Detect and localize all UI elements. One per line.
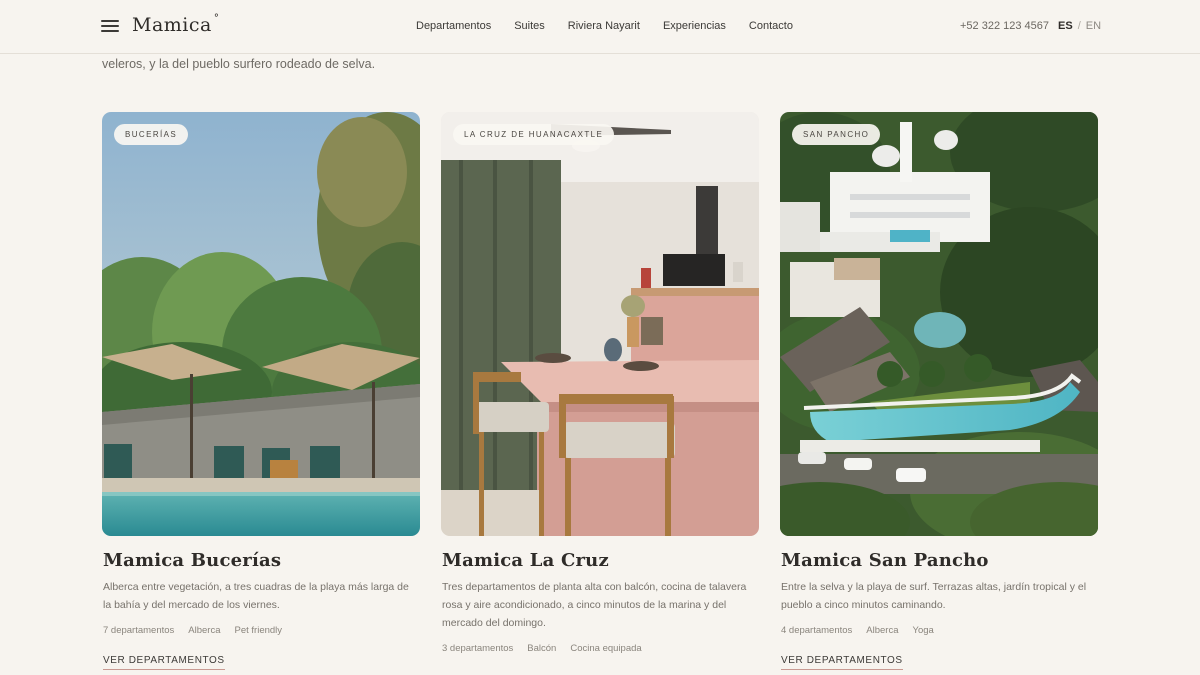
property-card-la-cruz: La Cruz de Huanacaxtle Mamica La Cruz Tr… <box>441 112 759 654</box>
site-logo[interactable]: Mamica ° <box>132 13 220 36</box>
property-photo-la-cruz[interactable]: La Cruz de Huanacaxtle <box>441 112 759 536</box>
main-nav: Departamentos Suites Riviera Nayarit Exp… <box>416 20 793 32</box>
view-apartments-link[interactable]: Ver departamentos <box>103 655 225 670</box>
card-title[interactable]: Mamica San Pancho <box>781 550 989 571</box>
card-title[interactable]: Mamica Bucerías <box>103 550 281 571</box>
lang-es[interactable]: ES <box>1058 20 1073 32</box>
feature-item: Balcón <box>527 643 557 654</box>
feature-list: 7 departamentos Alberca Pet friendly <box>103 625 282 636</box>
location-tag: San Pancho <box>792 124 881 145</box>
property-photo-bucerias[interactable]: Bucerías <box>102 112 420 536</box>
feature-list: 3 departamentos Balcón Cocina equipada <box>442 643 642 654</box>
feature-item: Alberca <box>866 625 899 636</box>
language-switcher: ES / EN <box>1058 20 1101 32</box>
photo-kitchen-interior <box>441 112 759 536</box>
card-description: Alberca entre vegetación, a tres cuadras… <box>103 581 409 611</box>
phone-number[interactable]: +52 322 123 4567 <box>960 20 1049 32</box>
site-header: Mamica ° Departamentos Suites Riviera Nay… <box>0 0 1200 54</box>
location-tag: Bucerías <box>114 124 189 145</box>
feature-item: 7 departamentos <box>103 625 175 636</box>
nav-departamentos[interactable]: Departamentos <box>416 20 491 32</box>
logo-text: Mamica <box>132 14 212 36</box>
feature-item: Cocina equipada <box>570 643 642 654</box>
feature-item: 4 departamentos <box>781 625 853 636</box>
feature-item: 3 departamentos <box>442 643 514 654</box>
property-card-san-pancho: San Pancho Mamica San Pancho Entre la se… <box>780 112 1098 670</box>
lang-en[interactable]: EN <box>1086 20 1101 32</box>
view-apartments-link[interactable]: Ver departamentos <box>781 655 903 670</box>
location-tag: La Cruz de Huanacaxtle <box>453 124 615 145</box>
feature-item: Alberca <box>188 625 221 636</box>
nav-riviera-nayarit[interactable]: Riviera Nayarit <box>568 20 640 32</box>
hamburger-menu-icon[interactable] <box>101 18 119 34</box>
feature-item: Pet friendly <box>234 625 283 636</box>
property-photo-san-pancho[interactable]: San Pancho <box>780 112 1098 536</box>
nav-experiencias[interactable]: Experiencias <box>663 20 726 32</box>
feature-item: Yoga <box>912 625 934 636</box>
lang-separator: / <box>1077 20 1081 32</box>
logo-mark: ° <box>213 13 220 24</box>
card-title[interactable]: Mamica La Cruz <box>442 550 609 571</box>
nav-contacto[interactable]: Contacto <box>749 20 793 32</box>
nav-suites[interactable]: Suites <box>514 20 545 32</box>
photo-aerial-resort <box>780 112 1098 536</box>
card-description: Tres departamentos de planta alta con ba… <box>442 581 747 629</box>
photo-pool-garden <box>102 112 420 536</box>
property-card-bucerias: Bucerías Mamica Bucerías Alberca entre v… <box>102 112 420 670</box>
card-description: Entre la selva y la playa de surf. Terra… <box>781 581 1087 611</box>
intro-text: veleros, y la del pueblo surfero rodeado… <box>102 57 376 71</box>
feature-list: 4 departamentos Alberca Yoga <box>781 625 934 636</box>
